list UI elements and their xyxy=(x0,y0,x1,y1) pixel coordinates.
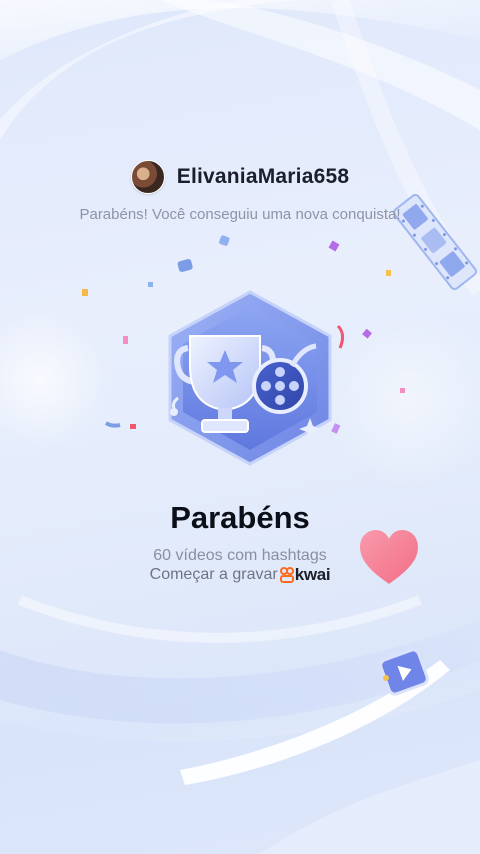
kwai-logo: kwai xyxy=(279,565,331,585)
kwai-brand-text: kwai xyxy=(294,565,331,584)
trophy-film-badge-icon xyxy=(168,290,332,466)
congrats-message: Parabéns! Você conseguiu uma nova conqui… xyxy=(79,206,401,223)
user-header: ElivaniaMaria658 xyxy=(0,160,480,194)
avatar[interactable] xyxy=(130,160,165,194)
kwai-logo-icon xyxy=(279,567,294,583)
record-cta-label: Começar a gravar xyxy=(149,566,278,583)
play-cube-icon xyxy=(379,648,429,696)
username[interactable]: ElivaniaMaria658 xyxy=(177,165,349,189)
heart-icon xyxy=(360,530,418,584)
